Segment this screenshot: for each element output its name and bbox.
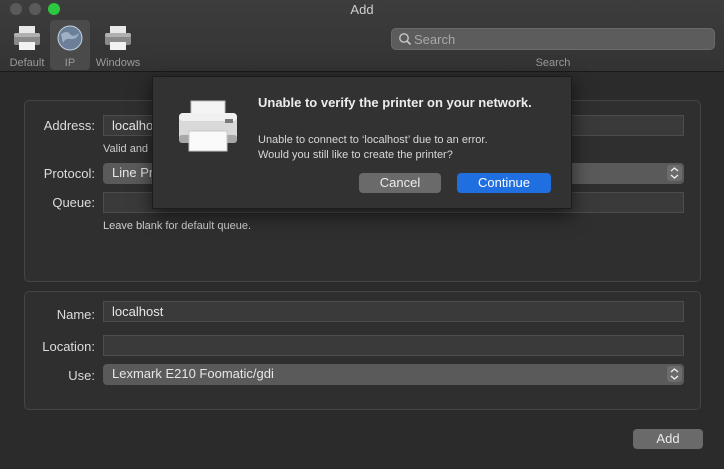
window-toolbar: Add Default IP Windows Search Search — [0, 0, 724, 72]
protocol-label: Protocol: — [43, 166, 95, 181]
printer-icon — [14, 26, 40, 50]
alert-message-line-1: Unable to connect to ‘localhost’ due to … — [258, 134, 488, 146]
search-icon — [399, 33, 412, 46]
use-value: Lexmark E210 Foomatic/gdi — [112, 366, 274, 381]
printer-icon — [105, 26, 131, 50]
location-field[interactable] — [103, 335, 684, 356]
toolbar-windows-label: Windows — [95, 57, 141, 69]
protocol-value: Line Pr — [112, 165, 154, 180]
globe-icon — [57, 25, 83, 51]
continue-button[interactable]: Continue — [457, 173, 551, 193]
chevron-updown-icon — [667, 165, 682, 181]
search-caption: Search — [535, 57, 571, 69]
printer-icon — [179, 100, 237, 152]
search-field[interactable] — [391, 28, 715, 50]
use-popup[interactable]: Lexmark E210 Foomatic/gdi — [103, 364, 684, 385]
name-field[interactable]: localhost — [103, 301, 684, 322]
alert-title: Unable to verify the printer on your net… — [258, 95, 532, 110]
alert-message-line-2: Would you still like to create the print… — [258, 149, 453, 161]
toolbar-ip-button[interactable]: IP — [50, 20, 90, 70]
queue-note: Leave blank for default queue. — [103, 220, 252, 232]
toolbar-default-button[interactable]: Default — [6, 20, 48, 70]
address-label: Address: — [43, 118, 95, 133]
chevron-updown-icon — [667, 366, 682, 382]
address-note: Valid and — [103, 143, 149, 155]
toolbar-default-label: Default — [9, 57, 45, 69]
alert-sheet: Unable to verify the printer on your net… — [152, 76, 572, 209]
use-label: Use: — [68, 368, 95, 383]
toolbar-windows-button[interactable]: Windows — [94, 20, 142, 70]
location-label: Location: — [42, 339, 95, 354]
queue-label: Queue: — [52, 195, 95, 210]
alert-message: Unable to connect to ‘localhost’ due to … — [258, 133, 558, 163]
name-label: Name: — [56, 307, 95, 322]
cancel-button[interactable]: Cancel — [359, 173, 441, 193]
search-input[interactable] — [414, 29, 710, 49]
toolbar-ip-label: IP — [64, 57, 76, 69]
window-title: Add — [350, 2, 374, 17]
add-button[interactable]: Add — [633, 429, 703, 449]
